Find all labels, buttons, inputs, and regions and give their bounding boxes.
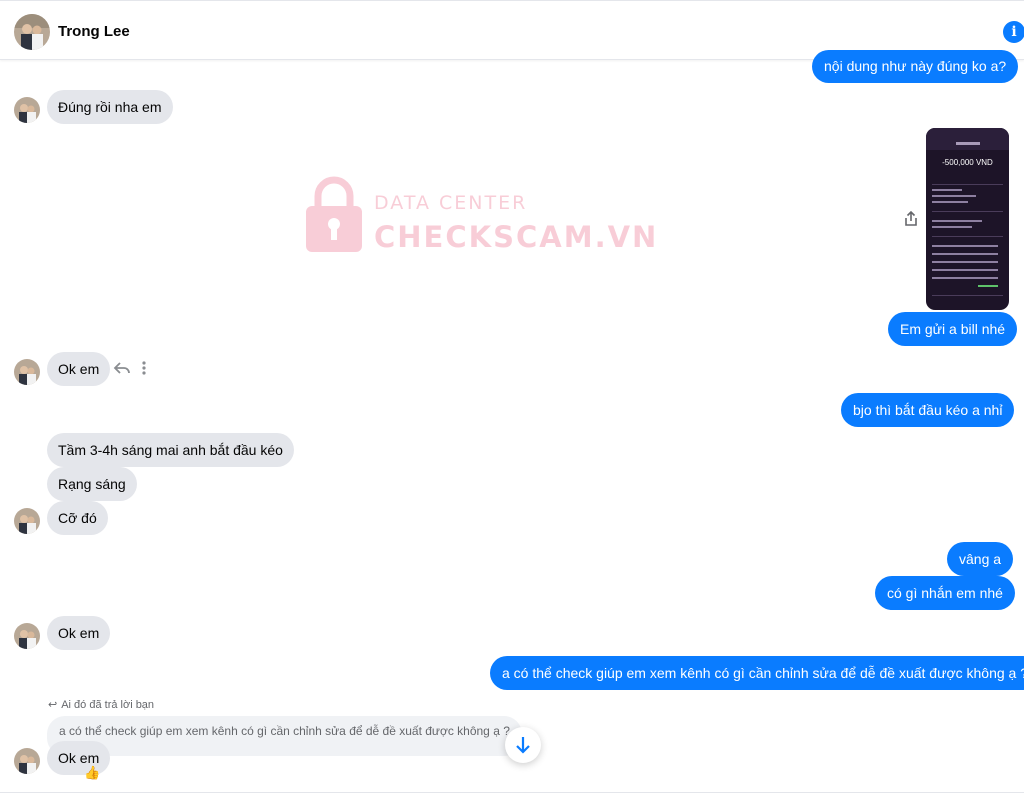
lock-icon <box>306 176 362 252</box>
scroll-to-bottom-button[interactable] <box>505 727 541 763</box>
message-outgoing[interactable]: vâng a <box>947 542 1014 576</box>
share-icon[interactable] <box>902 210 920 228</box>
watermark: DATA CENTER CHECKSCAM.VN <box>304 176 656 256</box>
watermark-line2: CHECKSCAM.VN <box>374 220 659 254</box>
reply-icon[interactable] <box>113 360 131 376</box>
contact-avatar[interactable] <box>14 14 50 50</box>
info-icon[interactable]: i <box>1003 21 1024 43</box>
receipt-header <box>926 128 1009 150</box>
message-incoming[interactable]: Ok em <box>47 352 111 386</box>
message-outgoing[interactable]: Em gửi a bill nhé <box>888 312 1018 346</box>
message-incoming[interactable]: Ok em <box>47 741 111 775</box>
reply-note-text: Ai đó đã trả lời bạn <box>61 699 155 711</box>
avatar[interactable] <box>14 97 40 123</box>
message-outgoing[interactable]: nội dung như này đúng ko a? <box>812 50 1019 83</box>
message-outgoing[interactable]: có gì nhắn em nhé <box>875 576 1015 610</box>
message-incoming[interactable]: Đúng rồi nha em <box>47 90 173 124</box>
reaction-like[interactable]: 👍 <box>84 765 100 781</box>
more-options-icon[interactable] <box>141 360 147 376</box>
watermark-line1: DATA CENTER <box>374 192 528 214</box>
contact-name[interactable]: Trong Lee <box>58 23 130 40</box>
message-incoming[interactable]: Ok em <box>47 616 111 650</box>
avatar[interactable] <box>14 748 40 774</box>
reply-note: ↩ Ai đó đã trả lời bạn <box>48 698 154 711</box>
avatar[interactable] <box>14 623 40 649</box>
quoted-message[interactable]: a có thể check giúp em xem kênh có gì cầ… <box>47 716 522 756</box>
message-incoming[interactable]: Tầm 3-4h sáng mai anh bắt đầu kéo <box>47 433 294 467</box>
arrow-down-icon <box>516 737 530 754</box>
message-incoming[interactable]: Rạng sáng <box>47 467 137 501</box>
reply-arrow-icon: ↩ <box>48 699 58 711</box>
avatar[interactable] <box>14 508 40 534</box>
message-incoming[interactable]: Cỡ đó <box>47 501 108 535</box>
receipt-details <box>932 180 1003 310</box>
message-outgoing[interactable]: bjo thì bắt đầu kéo a nhỉ <box>841 393 1015 427</box>
message-outgoing[interactable]: a có thể check giúp em xem kênh có gì cầ… <box>490 656 1024 690</box>
avatar[interactable] <box>14 359 40 385</box>
receipt-amount: -500,000 VND <box>942 158 993 167</box>
receipt-image[interactable]: -500,000 VND <box>926 128 1009 310</box>
receipt-title-line <box>956 142 980 145</box>
divider <box>0 792 1024 793</box>
